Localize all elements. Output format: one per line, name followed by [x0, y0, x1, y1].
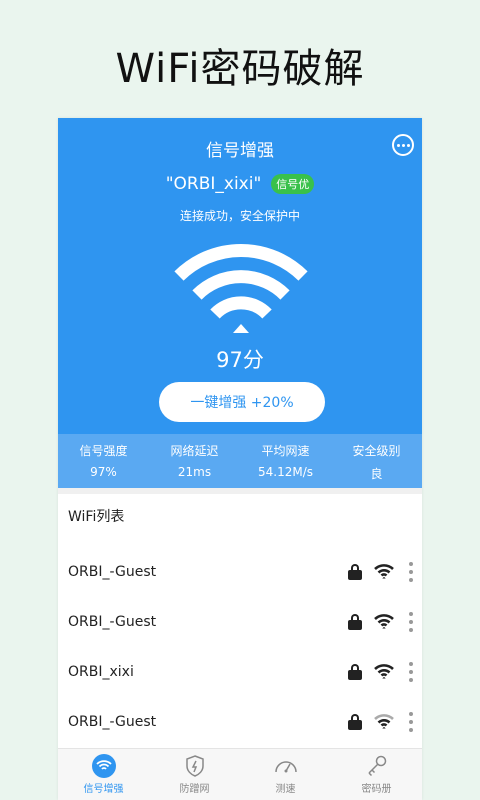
- wifi-strength-icon: [374, 714, 394, 729]
- promo-title: WiFi密码破解: [115, 46, 365, 92]
- stat-speed: 平均网速 54.12M/s: [240, 434, 331, 488]
- stat-label: 信号强度: [79, 444, 128, 458]
- network-name: ORBI_-Guest: [68, 714, 157, 730]
- more-options-icon[interactable]: [408, 562, 414, 582]
- stat-latency: 网络延迟 21ms: [149, 434, 240, 488]
- stat-signal-strength: 信号强度 97%: [58, 434, 149, 488]
- signal-score: 97分: [216, 348, 264, 372]
- tab-anti-leech[interactable]: 防蹭网: [149, 749, 240, 800]
- more-options-icon[interactable]: [408, 662, 414, 682]
- stats-bar: 信号强度 97% 网络延迟 21ms 平均网速 54.12M/s 安全级别 良: [58, 434, 422, 488]
- tab-label: 密码册: [361, 784, 392, 795]
- divider: [58, 488, 422, 494]
- stat-security: 安全级别 良: [331, 434, 422, 488]
- tab-password-book[interactable]: 密码册: [331, 749, 422, 800]
- more-options-icon[interactable]: [408, 712, 414, 732]
- tab-label: 测速: [275, 784, 296, 795]
- stat-value: 97%: [90, 465, 117, 479]
- shield-icon: [183, 754, 207, 778]
- bottom-tab-bar: 信号增强 防蹭网 测速 密码册: [58, 748, 422, 800]
- stat-value: 54.12M/s: [257, 465, 313, 479]
- network-name: ORBI_-Guest: [68, 614, 157, 630]
- stat-label: 安全级别: [352, 444, 401, 458]
- speedometer-icon: [274, 754, 298, 778]
- lock-icon: [348, 564, 362, 580]
- wifi-strength-icon: [374, 564, 394, 579]
- wifi-list-item[interactable]: ORBI_-Guest: [58, 547, 422, 597]
- wifi-icon: [91, 754, 116, 778]
- stat-label: 平均网速: [261, 444, 310, 458]
- tab-label: 信号增强: [83, 784, 124, 795]
- signal-badge: 信号优: [271, 174, 315, 194]
- wifi-list-item[interactable]: ORBI_-Guest: [58, 597, 422, 647]
- wifi-strength-icon: [374, 664, 394, 679]
- wifi-list-item[interactable]: ORBI_xixi: [58, 647, 422, 697]
- tab-speed-test[interactable]: 测速: [240, 749, 331, 800]
- wifi-list-title: WiFi列表: [68, 509, 125, 525]
- tab-signal-boost[interactable]: 信号增强: [58, 749, 149, 800]
- wifi-list-item[interactable]: ORBI_-Guest: [58, 697, 422, 747]
- network-name: ORBI_-Guest: [68, 564, 157, 580]
- ssid-row: "ORBI_xixi" 信号优: [58, 174, 422, 194]
- signal-header: 信号增强 "ORBI_xixi" 信号优 连接成功，安全保护中 97分 一键增强…: [58, 118, 422, 434]
- stat-value: 21ms: [177, 465, 212, 479]
- chat-icon[interactable]: [392, 134, 414, 156]
- app-screen: 信号增强 "ORBI_xixi" 信号优 连接成功，安全保护中 97分 一键增强…: [58, 118, 422, 800]
- network-name: ORBI_xixi: [68, 664, 134, 680]
- page-title: 信号增强: [206, 141, 274, 161]
- lock-icon: [348, 664, 362, 680]
- more-options-icon[interactable]: [408, 612, 414, 632]
- connection-status: 连接成功，安全保护中: [179, 209, 300, 223]
- wifi-strength-icon: [374, 614, 394, 629]
- stat-label: 网络延迟: [170, 444, 219, 458]
- boost-button[interactable]: 一键增强 +20%: [159, 382, 325, 422]
- lock-icon: [348, 714, 362, 730]
- tab-label: 防蹭网: [179, 784, 210, 795]
- key-icon: [365, 754, 389, 778]
- connected-ssid: "ORBI_xixi": [165, 174, 262, 194]
- stat-value: 良: [370, 467, 383, 481]
- wifi-signal-icon: [174, 243, 308, 333]
- lock-icon: [348, 614, 362, 630]
